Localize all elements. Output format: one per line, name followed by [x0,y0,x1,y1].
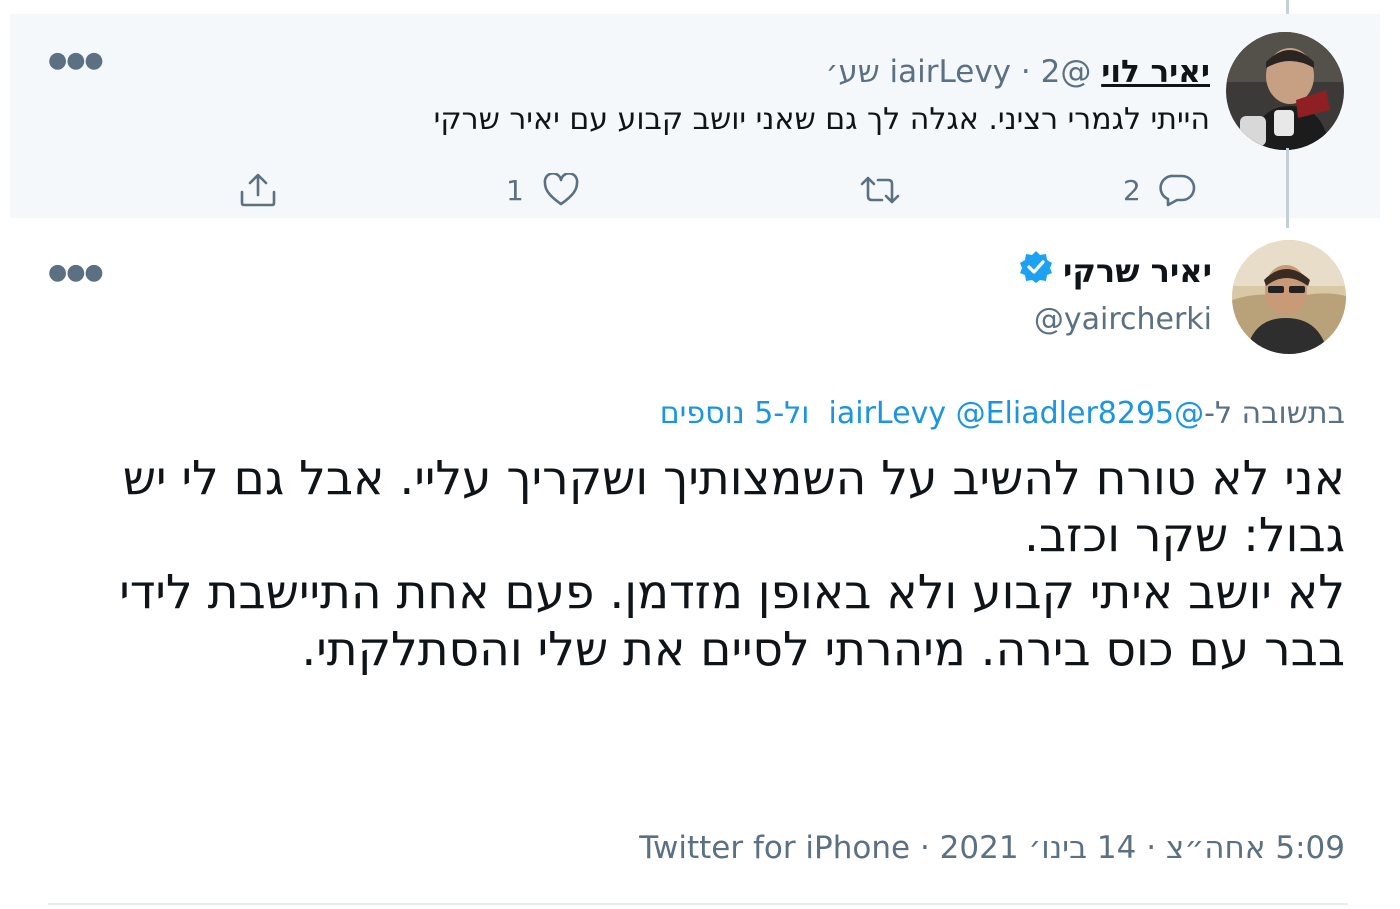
tweet-client[interactable]: Twitter for iPhone [639,830,910,866]
retweet-icon [858,174,902,206]
tweet-date[interactable]: 14 בינו׳ 2021 [940,830,1137,866]
like-count: 1 [506,173,524,207]
avatar[interactable] [1232,240,1346,354]
more-options-icon[interactable]: ●●● [48,50,104,72]
divider [48,903,1348,905]
reply-count: 2 [1123,173,1141,207]
tweet-time[interactable]: 5:09 אחה״צ [1166,830,1345,866]
reply-button[interactable]: 2 [1123,169,1197,211]
separator: · [1146,830,1157,866]
separator: · [919,830,930,866]
avatar[interactable] [1226,32,1344,150]
heart-icon [542,173,580,207]
author-header: יאיר שרקי [1019,250,1212,292]
reply-icon [1159,173,1197,207]
tweet-meta: 5:09 אחה״צ · 14 בינו׳ 2021 · Twitter for… [639,830,1345,866]
share-button[interactable] [238,169,278,211]
reply-others-link[interactable]: ול-5 נוספים [660,396,810,431]
replying-to: בתשובה ל-@iairLevy @Eliadler8295 ול-5 נו… [660,396,1345,431]
like-button[interactable]: 1 [506,169,580,211]
author-name[interactable]: יאיר לוי [1101,54,1210,90]
separator: · [1020,54,1031,90]
author-name[interactable]: יאיר שרקי [1063,252,1212,290]
tweet-text: אני לא טורח להשיב על השמצותיך ושקריך עלי… [45,450,1345,678]
tweet-paragraph: אני לא טורח להשיב על השמצותיך ושקריך עלי… [122,451,1345,563]
replying-to-label: בתשובה ל- [1204,396,1345,431]
verified-badge-icon [1019,250,1053,292]
more-options-icon[interactable]: ●●● [48,262,104,284]
author-handle[interactable]: @iairLevy [890,54,1092,90]
parent-tweet[interactable]: ●●● יאיר לוי @iairLevy · 2 שע׳ הייתי לגמ… [10,14,1380,218]
retweet-button[interactable] [858,169,920,211]
tweet-text: הייתי לגמרי רציני. אגלה לך גם שאני יושב … [433,102,1210,137]
reply-mentions[interactable]: @iairLevy @Eliadler8295 [829,396,1205,431]
thread-line [1286,148,1289,228]
share-icon [238,172,278,208]
author-handle[interactable]: @yaircherki [1034,302,1212,337]
parent-header: יאיר לוי @iairLevy · 2 שע׳ [825,54,1210,90]
tweet-paragraph: לא יושב איתי קבוע ולא באופן מזדמן. פעם א… [119,565,1345,677]
